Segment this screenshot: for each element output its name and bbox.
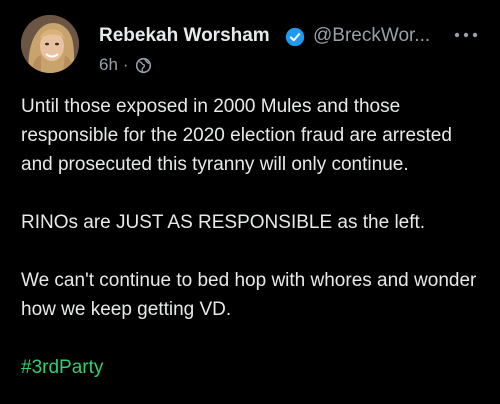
hashtag-link[interactable]: #3rdParty [21,353,486,382]
author-handle[interactable]: @BreckWor... [313,25,430,47]
post-paragraph: RINOs are JUST AS RESPONSIBLE as the lef… [21,212,426,233]
more-options-icon[interactable] [453,27,479,43]
avatar-photo [21,15,79,73]
avatar[interactable] [21,15,79,73]
post-paragraph: Until those exposed in 2000 Mules and th… [21,96,452,175]
meta-separator: · [122,55,129,74]
verified-badge-icon [285,27,305,47]
post-body: Until those exposed in 2000 Mules and th… [21,92,486,382]
post-card: Rebekah Worsham @BreckWor... 6h · Until … [0,0,500,404]
post-time[interactable]: 6h [99,55,118,75]
globe-icon [135,57,151,73]
author-name[interactable]: Rebekah Worsham [99,25,270,47]
post-meta: 6h · [99,55,152,75]
post-paragraph: We can't continue to bed hop with whores… [21,270,477,320]
